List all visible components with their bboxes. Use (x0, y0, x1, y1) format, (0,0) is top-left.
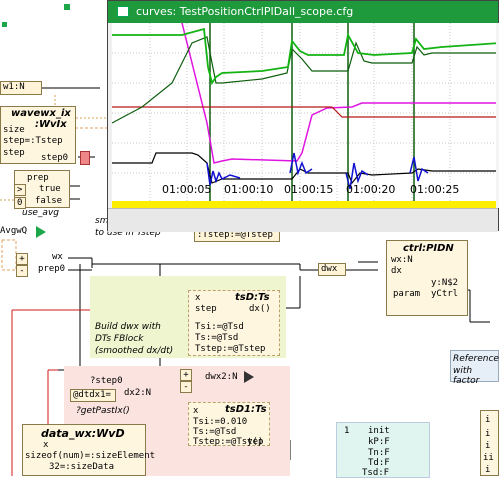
tsd1-tsi: Tsi:=0.010 (193, 417, 248, 427)
reference-note-line1: Reference (453, 354, 499, 364)
red-connector-icon (80, 151, 90, 165)
wavewx-step-input: step (3, 148, 25, 158)
rb-tsd: Tsd:F (362, 468, 390, 478)
tsd-tsi: Tsi:=@Tsd (195, 322, 244, 332)
rb-one: 1 (344, 426, 350, 436)
ctrl-title: ctrl:PIDN (403, 243, 454, 254)
tsd-x-port: x (195, 293, 201, 303)
plus-sign-2: + (180, 369, 192, 381)
time-tick-label: 01:00:05 (162, 183, 212, 196)
datawx-x-port: x (43, 440, 49, 450)
scope-plot-area[interactable]: 01:00:05 01:00:10 01:00:15 01:00:20 01:0… (111, 22, 499, 208)
rb-init: init (368, 426, 390, 436)
scope-titlebar[interactable]: curves: TestPositionCtrlPIDall_scope.cfg (108, 1, 498, 23)
datawx-sizedata: 32=:sizeData (49, 462, 115, 472)
tsd1-ts: Ts:=@Tsd (193, 427, 237, 437)
scope-bottom-strip (108, 208, 498, 232)
true-label: true (39, 184, 61, 194)
dwx-label: dwx (321, 264, 338, 274)
note-build-2: DTs FBlock (95, 334, 144, 344)
rb-right-5: i (485, 465, 491, 475)
ctrl-pidn-block[interactable]: ctrl:PIDN wx:N dx param y:N$2 yCtrl (386, 240, 468, 316)
datawx-size: sizeof(num)=:sizeElement (25, 451, 156, 461)
note-build-3: (smoothed dx/dt) (95, 346, 174, 356)
step0-query: ?step0 (90, 376, 123, 386)
prep0-label: prep0 (38, 264, 66, 274)
note-build-1: Build dwx with (95, 322, 161, 332)
use-avg-label: use_avg (22, 208, 59, 218)
wavewx-size-port: size (3, 125, 25, 135)
ctrl-param-port: param (393, 289, 421, 299)
rb-tn: Tn:F (368, 448, 390, 458)
avgwq-arrow-icon (36, 226, 46, 238)
wx-label: wx (52, 252, 63, 262)
tsd-tstep: Tstep:=@Tstep (195, 344, 266, 354)
minus-sign-2: - (180, 381, 192, 393)
time-tick-label: 01:00:20 (346, 183, 396, 196)
tsd1-x-port: x (193, 406, 199, 416)
wavewx-step0-output: step0 (41, 153, 69, 163)
time-axis-ticks: 01:00:05 01:00:10 01:00:15 01:00:20 01:0… (112, 183, 499, 197)
avgwq-label: AvgwQ (0, 226, 28, 236)
dx2n-label: dx2:N (124, 388, 152, 398)
tsd-ts: Ts:=@Tsd (195, 333, 239, 343)
reference-note: Reference with factor (450, 350, 499, 386)
wavewx-type: :WvIx (35, 119, 67, 130)
w1-variable-tag[interactable]: w1:N (0, 81, 42, 95)
minus-sign-1: - (16, 265, 28, 277)
time-tick-label: 01:00:25 (410, 183, 460, 196)
tsd-block[interactable]: tsD:Ts x step dx() Tsi:=@Tsd Ts:=@Tsd Ts… (188, 290, 280, 356)
dwx2n-label: dwx2:N (205, 372, 238, 382)
false-label: false (35, 196, 63, 206)
time-tick-label: 01:00:10 (224, 183, 274, 196)
w1-label: w1:N (3, 82, 25, 92)
time-tick-label: 01:00:15 (284, 183, 334, 196)
scope-window[interactable]: curves: TestPositionCtrlPIDall_scope.cfg (107, 0, 499, 232)
rb-right-2: i (485, 429, 491, 439)
dwx-tag[interactable]: dwx (318, 263, 346, 276)
rb-kp: kP:F (368, 437, 390, 447)
dtdx1-tag[interactable]: @dtdx1= (70, 389, 116, 402)
prep-label: prep (27, 173, 49, 183)
reference-note-line2: with factor (453, 366, 480, 386)
plus-sign-1: + (16, 253, 28, 265)
ctrl-dx-port: dx (391, 266, 402, 276)
tsd1-y-port: y() (247, 437, 264, 447)
scope-curves (111, 22, 499, 208)
dwx2n-arrow-icon (244, 371, 254, 383)
ctrl-wx-port: wx:N (391, 255, 413, 265)
tsd-step-port: step (195, 304, 217, 314)
tsd1-title: tsD1:Ts (225, 404, 267, 415)
ctrl-y-port: y:N$2 (431, 278, 459, 288)
scope-title: curves: TestPositionCtrlPIDall_scope.cfg (136, 5, 354, 18)
rb-td: Td:F (368, 458, 390, 468)
tsd1-block[interactable]: tsD1:Ts x Tsi:=0.010 Ts:=@Tsd Tstep:=@Ts… (188, 402, 270, 447)
datawx-block[interactable]: data_wx:WvD x sizeof(num)=:sizeElement 3… (22, 424, 155, 476)
ctrl-yctrl-port: yCtrl (431, 289, 459, 299)
wavewx-step-param: step=:Tstep (3, 136, 63, 146)
rb-right-1: i (485, 415, 491, 425)
tsd-dx-port: dx() (249, 304, 271, 314)
datawx-title: data_wx:WvD (41, 427, 125, 440)
wavewx-block[interactable]: wavewx_ix :WvIx size step=:Tstep step st… (0, 106, 76, 164)
tsd-title: tsD:Ts (235, 292, 270, 303)
right-bottom-block[interactable]: i i i ii i (480, 410, 499, 476)
rb-right-4: ii (483, 453, 494, 463)
gt-compare[interactable]: > (14, 184, 26, 196)
scope-window-icon (117, 6, 129, 17)
getpastix-label: ?getPastIx() (76, 406, 130, 416)
rb-right-3: i (485, 441, 491, 451)
wavewx-title: wavewx_ix (11, 108, 71, 119)
